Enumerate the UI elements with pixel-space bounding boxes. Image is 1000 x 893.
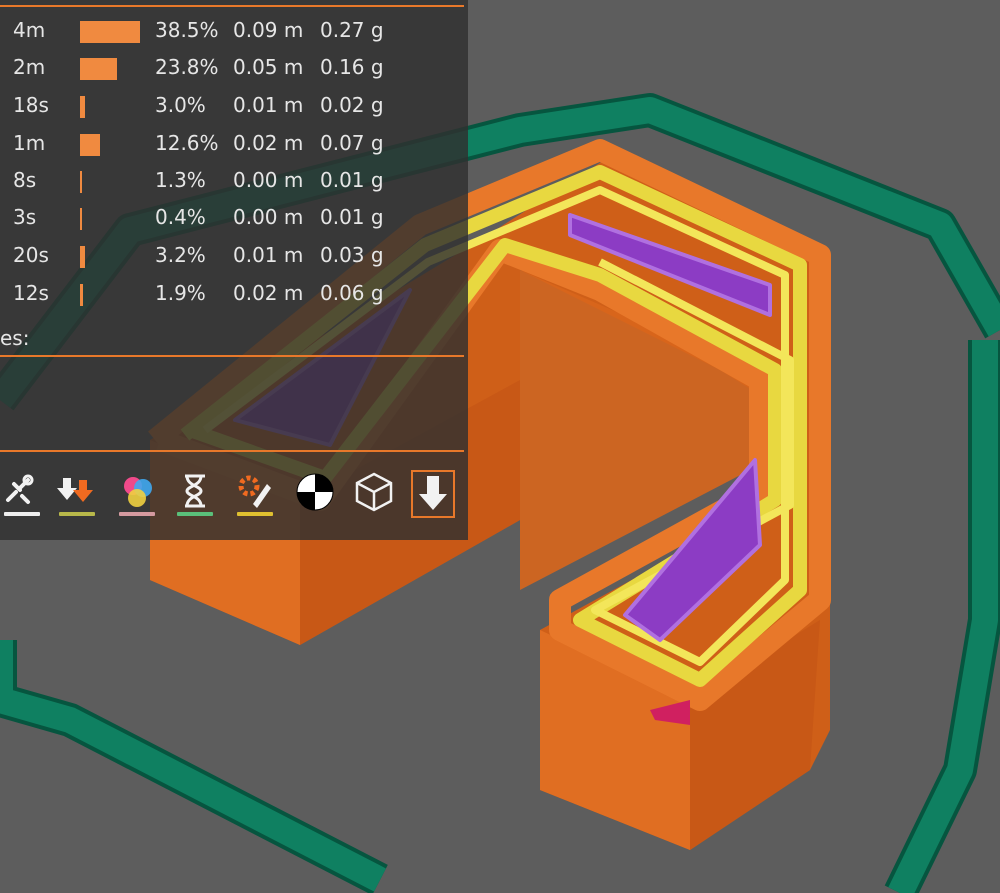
toggle-underline	[119, 512, 155, 516]
weight-value: 0.01 g	[320, 205, 384, 229]
legend-options-toolbar	[0, 470, 468, 518]
legend-panel: 4m 38.5% 0.09 m 0.27 g 2m 23.8% 0.05 m 0…	[0, 0, 468, 540]
weight-value: 0.27 g	[320, 18, 384, 42]
legend-divider	[0, 450, 464, 452]
percent-value: 1.3%	[155, 168, 206, 192]
toggle-custom-gcodes[interactable]	[233, 470, 277, 518]
legend-row: 2m 23.8% 0.05 m 0.16 g	[0, 52, 460, 82]
length-value: 0.01 m	[233, 93, 304, 117]
legend-row: 20s 3.2% 0.01 m 0.03 g	[0, 240, 460, 270]
time-value: 8s	[13, 168, 37, 192]
time-value: 18s	[13, 93, 49, 117]
length-value: 0.05 m	[233, 55, 304, 79]
toggle-center-of-gravity[interactable]	[293, 470, 337, 518]
length-value: 0.02 m	[233, 281, 304, 305]
time-share-bar	[80, 58, 117, 80]
toggle-retractions[interactable]	[0, 470, 44, 518]
percent-value: 0.4%	[155, 205, 206, 229]
bounding-box-icon	[355, 472, 393, 512]
weight-value: 0.06 g	[320, 281, 384, 305]
retractions-icon	[6, 474, 34, 504]
toggle-pause-prints[interactable]	[173, 470, 217, 518]
time-value: 2m	[13, 55, 46, 79]
time-share-bar	[80, 284, 83, 306]
section-label: es:	[0, 326, 30, 350]
time-share-bar	[80, 171, 82, 193]
legend-row: 4m 38.5% 0.09 m 0.27 g	[0, 15, 460, 45]
toggle-underline	[4, 512, 40, 516]
time-share-bar	[80, 246, 85, 268]
weight-value: 0.16 g	[320, 55, 384, 79]
time-value: 12s	[13, 281, 49, 305]
percent-value: 1.9%	[155, 281, 206, 305]
length-value: 0.01 m	[233, 243, 304, 267]
time-share-bar	[80, 21, 140, 43]
percent-value: 3.0%	[155, 93, 206, 117]
color-changes-icon	[124, 477, 152, 507]
percent-value: 23.8%	[155, 55, 219, 79]
time-value: 3s	[13, 205, 37, 229]
time-share-bar	[80, 96, 85, 118]
weight-value: 0.07 g	[320, 131, 384, 155]
weight-value: 0.03 g	[320, 243, 384, 267]
time-value: 4m	[13, 18, 46, 42]
length-value: 0.00 m	[233, 205, 304, 229]
legend-divider	[0, 355, 464, 357]
toggle-underline	[59, 512, 95, 516]
toggle-bounding-box[interactable]	[352, 470, 396, 518]
weight-value: 0.02 g	[320, 93, 384, 117]
legend-row: 18s 3.0% 0.01 m 0.02 g	[0, 90, 460, 120]
percent-value: 12.6%	[155, 131, 219, 155]
tool-marker-icon	[419, 476, 447, 510]
deretractions-icon	[57, 478, 93, 502]
percent-value: 3.2%	[155, 243, 206, 267]
toggle-tool-marker[interactable]	[411, 470, 455, 518]
time-value: 20s	[13, 243, 49, 267]
legend-divider	[0, 5, 464, 7]
toggle-underline	[237, 512, 273, 516]
time-value: 1m	[13, 131, 46, 155]
legend-row: 8s 1.3% 0.00 m 0.01 g	[0, 165, 460, 195]
center-of-gravity-icon	[296, 473, 334, 511]
length-value: 0.02 m	[233, 131, 304, 155]
time-share-bar	[80, 134, 100, 156]
legend-row: 12s 1.9% 0.02 m 0.06 g	[0, 278, 460, 308]
length-value: 0.00 m	[233, 168, 304, 192]
pause-hourglass-icon	[185, 474, 205, 508]
length-value: 0.09 m	[233, 18, 304, 42]
toggle-deretractions[interactable]	[55, 470, 99, 518]
toggle-underline	[177, 512, 213, 516]
time-share-bar	[80, 208, 82, 230]
legend-row: 3s 0.4% 0.00 m 0.01 g	[0, 202, 460, 232]
toggle-color-changes[interactable]	[115, 470, 159, 518]
percent-value: 38.5%	[155, 18, 219, 42]
legend-row: 1m 12.6% 0.02 m 0.07 g	[0, 128, 460, 158]
weight-value: 0.01 g	[320, 168, 384, 192]
custom-gcode-icon	[238, 475, 271, 508]
